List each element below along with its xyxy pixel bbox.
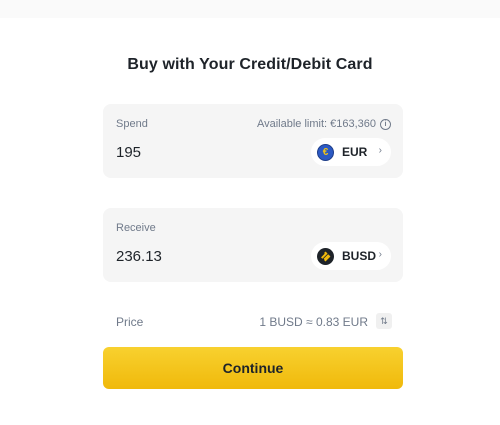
- chevron-right-icon: ›: [378, 249, 382, 260]
- price-value: 1 BUSD ≈ 0.83 EUR: [259, 315, 368, 329]
- available-limit-text: Available limit: €163,360: [256, 118, 376, 130]
- top-bar: [0, 0, 500, 18]
- spend-amount-input[interactable]: [116, 144, 276, 161]
- info-icon[interactable]: i: [380, 118, 391, 130]
- chevron-right-icon: ›: [378, 145, 382, 156]
- receive-amount-input[interactable]: [116, 248, 276, 265]
- euro-coin-icon: €: [317, 143, 334, 161]
- spend-currency-code: EUR: [342, 145, 368, 159]
- page-title: Buy with Your Credit/Debit Card: [127, 56, 373, 73]
- receive-label: Receive: [116, 222, 156, 234]
- receive-currency-selector[interactable]: BUSD ›: [311, 242, 391, 270]
- receive-currency-code: BUSD: [342, 249, 377, 263]
- price-row: Price 1 BUSD ≈ 0.83 EUR ⇅: [116, 313, 394, 330]
- receive-card: Receive BUSD ›: [103, 208, 403, 282]
- price-label: Price: [116, 315, 144, 329]
- continue-button[interactable]: Continue: [103, 347, 403, 389]
- available-limit: Available limit: €163,360 i: [257, 118, 391, 130]
- busd-logo-icon: [320, 251, 331, 261]
- spend-card: Spend Available limit: €163,360 i € EUR …: [103, 104, 403, 178]
- spend-label: Spend: [116, 118, 148, 130]
- busd-coin-icon: [317, 247, 334, 265]
- swap-icon[interactable]: ⇅: [376, 313, 392, 329]
- spend-currency-selector[interactable]: € EUR ›: [311, 138, 391, 166]
